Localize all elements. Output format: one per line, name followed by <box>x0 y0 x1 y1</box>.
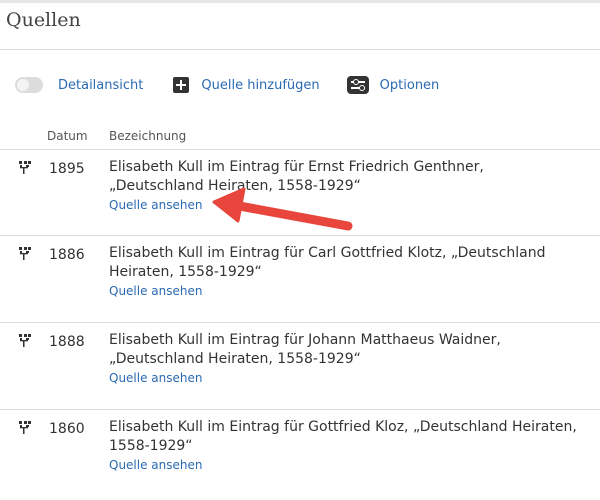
toolbar: Detailansicht Quelle hinzufügen Optionen <box>15 74 439 96</box>
options-label[interactable]: Optionen <box>380 78 440 93</box>
view-source-link[interactable]: Quelle ansehen <box>109 371 203 385</box>
table-row: 1886 Elisabeth Kull im Eintrag für Carl … <box>0 236 600 322</box>
table-row: 1888 Elisabeth Kull im Eintrag für Johan… <box>0 323 600 409</box>
row-title: Elisabeth Kull im Eintrag für Carl Gottf… <box>109 245 546 280</box>
toggle-knob <box>17 79 29 91</box>
column-header-date: Datum <box>47 129 88 143</box>
header-divider <box>0 49 600 50</box>
row-title: Elisabeth Kull im Eintrag für Johann Mat… <box>109 332 501 367</box>
table-row: 1860 Elisabeth Kull im Eintrag für Gottf… <box>0 410 600 500</box>
view-source-link[interactable]: Quelle ansehen <box>109 198 203 212</box>
view-source-link[interactable]: Quelle ansehen <box>109 458 203 472</box>
row-title: Elisabeth Kull im Eintrag für Gottfried … <box>109 419 577 454</box>
add-source-label[interactable]: Quelle hinzufügen <box>201 78 319 93</box>
row-date: 1895 <box>49 161 85 177</box>
row-date: 1886 <box>49 247 85 263</box>
detail-view-label[interactable]: Detailansicht <box>58 78 143 93</box>
plus-icon[interactable] <box>173 77 190 93</box>
column-header-title: Bezeichnung <box>109 129 187 143</box>
annotation-arrow-icon <box>212 187 353 231</box>
row-date: 1860 <box>49 421 85 437</box>
family-tree-icon <box>19 247 31 260</box>
options-button[interactable]: Optionen <box>320 76 440 94</box>
family-tree-icon <box>19 334 31 347</box>
detail-view-toggle[interactable]: Detailansicht <box>15 77 143 93</box>
top-border <box>0 0 600 3</box>
sliders-icon[interactable] <box>346 76 369 94</box>
view-source-link[interactable]: Quelle ansehen <box>109 284 203 298</box>
page-title: Quellen <box>6 9 81 31</box>
family-tree-icon <box>19 421 31 434</box>
toggle-switch[interactable] <box>15 77 43 93</box>
add-source-button[interactable]: Quelle hinzufügen <box>143 77 320 93</box>
family-tree-icon <box>19 161 31 174</box>
row-date: 1888 <box>49 334 85 350</box>
